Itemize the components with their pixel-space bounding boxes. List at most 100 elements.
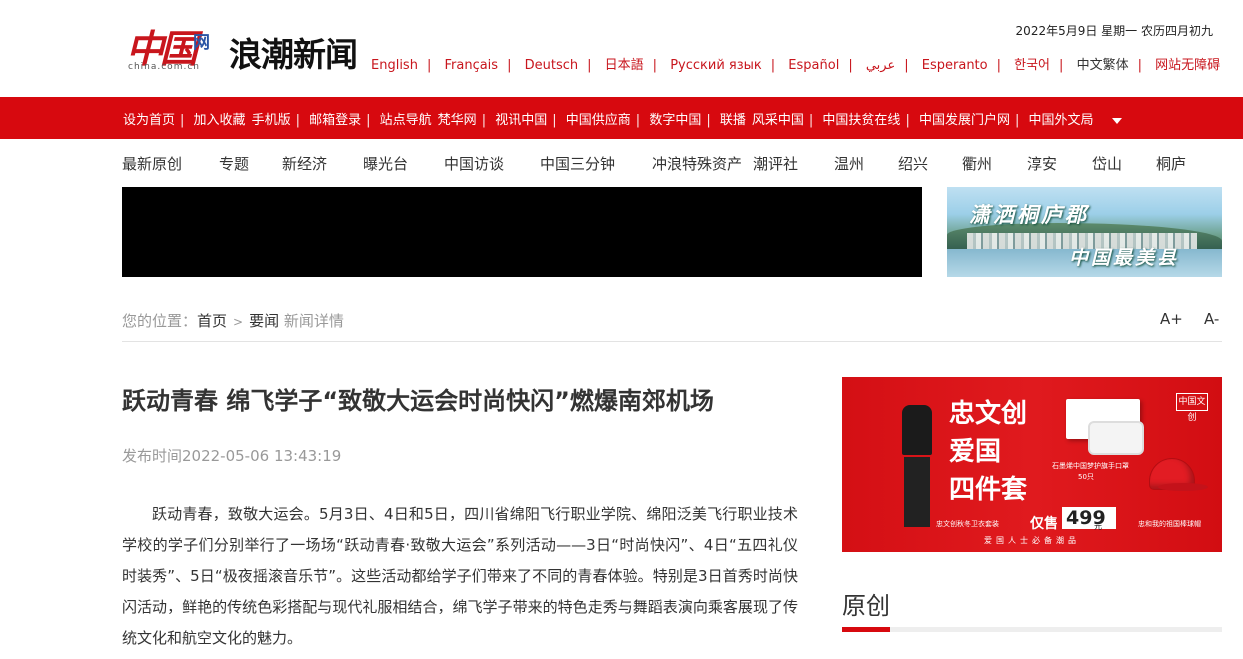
divider xyxy=(122,341,1222,342)
channel-wenzhou[interactable]: 温州 xyxy=(834,153,864,174)
breadcrumb-separator: > xyxy=(233,315,244,329)
lang-korean[interactable]: 한국어 xyxy=(1014,58,1050,73)
channel-new-economy[interactable]: 新经济 xyxy=(282,153,327,174)
china-com-cn-logo[interactable]: 中国 网 china.com.cn xyxy=(124,14,219,72)
nav-site-map[interactable]: 站点导航 xyxy=(380,113,432,128)
channel-commentary[interactable]: 潮评社 xyxy=(753,153,798,174)
divider: | xyxy=(587,58,592,73)
nav-mobile[interactable]: 手机版 xyxy=(252,113,291,128)
font-increase-button[interactable]: A+ xyxy=(1160,310,1183,328)
section-underline xyxy=(842,627,1222,632)
channel-daishan[interactable]: 岱山 xyxy=(1092,153,1122,174)
jacket-caption: 忠文创秋冬卫衣套装 xyxy=(936,520,999,528)
nav-video-china[interactable]: 视讯中国 xyxy=(495,113,547,128)
site-name: 浪潮新闻 xyxy=(229,35,358,74)
breadcrumb-home[interactable]: 首页 xyxy=(197,312,227,330)
ad-headline-line: 忠文创 xyxy=(949,399,1028,429)
channel-chunan[interactable]: 淳安 xyxy=(1027,153,1057,174)
jacket-image xyxy=(902,405,932,455)
top-red-nav: 设为首页 | 加入收藏 手机版 | 邮箱登录 | 站点导航 梵华网 | 视讯中国 | 中国供应… xyxy=(0,97,1243,139)
price-unit: 元 xyxy=(1094,522,1102,531)
dropdown-arrow-icon[interactable] xyxy=(1111,117,1122,124)
font-decrease-button[interactable]: A- xyxy=(1204,310,1219,328)
article-title: 跃动青春 绵飞学子“致敬大运会时尚快闪”燃爆南郊机场 xyxy=(122,387,714,415)
accessibility-link[interactable]: 网站无障碍 xyxy=(1155,58,1220,73)
lang-japanese[interactable]: 日本語 xyxy=(605,58,644,73)
divider: | xyxy=(996,58,1001,73)
lang-spanish[interactable]: Español xyxy=(788,58,839,73)
tonglu-banner-ad[interactable]: 潇洒桐庐郡 中国最美县 xyxy=(947,187,1222,277)
lang-traditional-chinese[interactable]: 中文繁体 xyxy=(1077,58,1129,73)
breadcrumb-prefix: 您的位置： xyxy=(122,312,198,330)
lang-french[interactable]: Français xyxy=(444,58,498,73)
channel-shaoxing[interactable]: 绍兴 xyxy=(898,153,928,174)
pants-image xyxy=(904,457,930,527)
nav-fanhua[interactable]: 梵华网 xyxy=(438,113,477,128)
channel-china-interview[interactable]: 中国访谈 xyxy=(444,153,504,174)
divider: | xyxy=(426,58,432,73)
publish-time: 发布时间2022-05-06 13:43:19 xyxy=(122,447,342,465)
divider: | xyxy=(481,113,487,128)
divider: | xyxy=(770,58,776,73)
divider: | xyxy=(295,113,300,128)
mask-caption: 石墨烯中国梦护旗手口罩 xyxy=(1052,462,1129,470)
channel-quzhou[interactable]: 衢州 xyxy=(962,153,992,174)
divider: | xyxy=(1014,113,1020,128)
lang-esperanto[interactable]: Esperanto xyxy=(922,58,988,73)
divider: | xyxy=(507,58,512,73)
divider: | xyxy=(808,113,814,128)
nav-set-homepage[interactable]: 设为首页 xyxy=(123,113,175,128)
channel-tonglu[interactable]: 桐庐 xyxy=(1156,153,1186,174)
channel-topics[interactable]: 专题 xyxy=(219,153,249,174)
ad-footer: 爱国人士必备潮品 xyxy=(984,536,1080,545)
patriotic-merch-ad[interactable]: 忠文创 爱国 四件套 中国文创 石墨烯中国梦护旗手口罩 50只 忠文创秋冬卫衣套… xyxy=(842,377,1222,552)
nav-broadcast[interactable]: 联播 xyxy=(720,113,746,128)
breadcrumb: 您的位置：首页 > 要闻 新闻详情 xyxy=(122,310,344,331)
ad-headline-line: 爱国 xyxy=(949,437,1002,467)
nav-foreign-languages-bureau[interactable]: 中国外文局 xyxy=(1029,113,1094,128)
nav-digital-china[interactable]: 数字中国 xyxy=(649,113,701,128)
mask-count: 50只 xyxy=(1078,473,1094,481)
channel-china-3min[interactable]: 中国三分钟 xyxy=(540,153,615,174)
price-value: 499 xyxy=(1062,507,1116,529)
banner-ad-placeholder[interactable] xyxy=(122,187,922,277)
logo-wang: 网 xyxy=(193,33,210,53)
divider: | xyxy=(848,58,853,73)
banner-slogan-2: 中国最美县 xyxy=(1069,247,1180,269)
channel-special-assets[interactable]: 冲浪特殊资产 xyxy=(652,153,742,174)
cap-brim xyxy=(1158,483,1208,491)
article-body: 跃动青春，致敬大运会。5月3日、4日和5日，四川省绵阳飞行职业学院、绵阳泛美飞行… xyxy=(122,505,798,647)
logo-url: china.com.cn xyxy=(128,62,200,72)
divider: | xyxy=(706,113,711,128)
nav-china-supplier[interactable]: 中国供应商 xyxy=(566,113,631,128)
nav-china-style[interactable]: 风采中国 xyxy=(752,113,804,128)
divider: | xyxy=(905,113,910,128)
nav-poverty-alleviation[interactable]: 中国扶贫在线 xyxy=(822,113,900,128)
channel-nav: 最新原创 专题 新经济 曝光台 中国访谈 中国三分钟 冲浪特殊资产 潮评社 温州… xyxy=(0,139,1243,187)
nav-development-gateway[interactable]: 中国发展门户网 xyxy=(919,113,1010,128)
section-underline-accent xyxy=(842,627,890,632)
lang-german[interactable]: Deutsch xyxy=(525,58,579,73)
lang-arabic[interactable]: عربي xyxy=(866,58,895,73)
divider: | xyxy=(1059,58,1064,73)
mask-image xyxy=(1088,421,1144,455)
language-links: English | Français | Deutsch | 日本語 | Русский… xyxy=(371,54,1220,73)
channel-exposure[interactable]: 曝光台 xyxy=(363,153,408,174)
breadcrumb-current: 新闻详情 xyxy=(283,312,344,330)
divider: | xyxy=(180,113,185,128)
divider: | xyxy=(1137,58,1142,73)
divider: | xyxy=(652,58,658,73)
site-header: 中国 网 china.com.cn 浪潮新闻 2022年5月9日 星期一 农历四… xyxy=(0,0,1243,97)
ad-headline-line: 四件套 xyxy=(949,475,1028,505)
price-label: 仅售 xyxy=(1030,516,1058,532)
breadcrumb-section[interactable]: 要闻 xyxy=(249,312,279,330)
ad-brand-logo: 中国文创 xyxy=(1176,393,1208,423)
lang-english[interactable]: English xyxy=(371,58,418,73)
nav-add-favorite[interactable]: 加入收藏 xyxy=(194,113,246,128)
channel-latest-original[interactable]: 最新原创 xyxy=(122,153,182,174)
cap-caption: 忠和我的祖国棒球帽 xyxy=(1138,520,1201,528)
divider: | xyxy=(552,113,557,128)
banner-slogan-1: 潇洒桐庐郡 xyxy=(969,202,1089,227)
nav-mail-login[interactable]: 邮箱登录 xyxy=(309,113,361,128)
lang-russian[interactable]: Русский язык xyxy=(670,58,762,73)
